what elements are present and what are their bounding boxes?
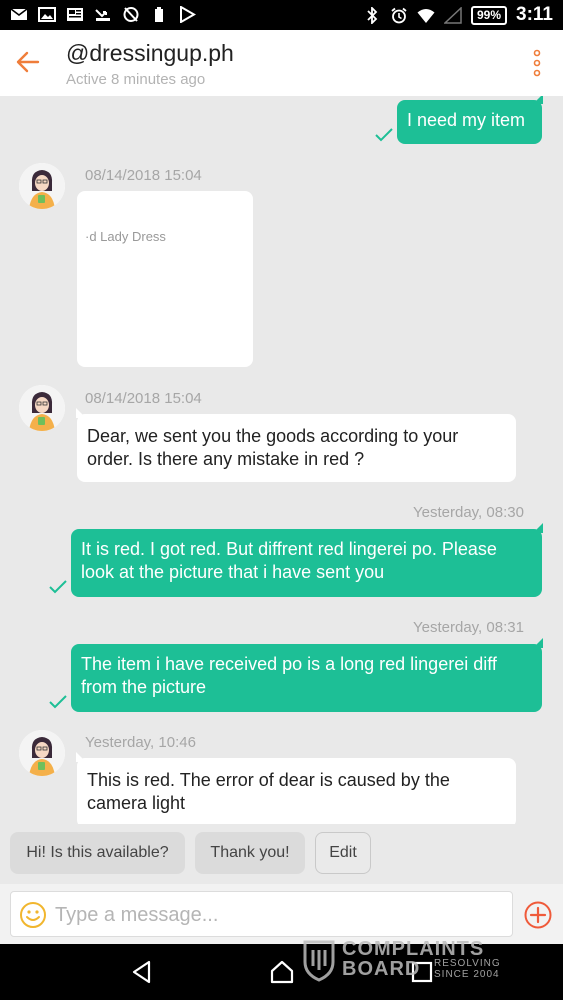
quick-reply-thank-you[interactable]: Thank you! bbox=[195, 832, 305, 874]
clock: 3:11 bbox=[516, 4, 553, 25]
read-check-icon bbox=[375, 128, 393, 142]
quick-reply-availability[interactable]: Hi! Is this available? bbox=[10, 832, 185, 874]
chat-header: @dressingup.ph Active 8 minutes ago bbox=[0, 30, 563, 96]
sync-off-icon bbox=[123, 7, 139, 22]
seller-avatar[interactable] bbox=[19, 385, 65, 431]
active-status: Active 8 minutes ago bbox=[66, 71, 206, 88]
message-line: It is red. I got red. But diffrent red l… bbox=[81, 539, 497, 559]
battery-level: 99% bbox=[470, 5, 508, 25]
message-input-box[interactable] bbox=[10, 891, 513, 937]
watermark: COMPLAINTS BOARD RESOLVING SINCE 2004 bbox=[302, 938, 522, 984]
bluetooth-icon bbox=[367, 6, 378, 24]
seller-avatar[interactable] bbox=[19, 163, 65, 209]
avatar-illustration-icon bbox=[19, 163, 65, 209]
watermark-line2: BOARD bbox=[342, 958, 421, 980]
notification-icons bbox=[10, 6, 196, 23]
play-store-icon bbox=[180, 6, 196, 23]
product-card[interactable]: ·d Lady Dress bbox=[77, 191, 253, 367]
status-bar: 99% 3:11 bbox=[0, 0, 563, 30]
message-line: from the picture bbox=[81, 677, 207, 697]
add-attachment-icon[interactable] bbox=[523, 900, 553, 930]
emoji-icon[interactable] bbox=[19, 901, 47, 929]
message-input[interactable] bbox=[55, 900, 495, 930]
message-text: I need my item bbox=[407, 110, 526, 130]
message-list[interactable]: I need my item 08/14/2018 15:04 ·d Lady … bbox=[0, 96, 563, 824]
message-line: Dear, we sent you the goods according to… bbox=[87, 426, 459, 446]
quick-reply-edit-button[interactable]: Edit bbox=[315, 832, 371, 874]
battery-saver-icon bbox=[155, 7, 163, 22]
signal-icon bbox=[443, 6, 462, 24]
message-composer bbox=[0, 884, 563, 944]
read-check-icon bbox=[49, 695, 67, 709]
incoming-message[interactable]: This is red. The error of dear is caused… bbox=[76, 752, 516, 824]
message-timestamp: Yesterday, 08:31 bbox=[413, 619, 524, 636]
alarm-icon bbox=[391, 7, 407, 23]
seller-avatar[interactable] bbox=[19, 730, 65, 776]
outgoing-message[interactable]: It is red. I got red. But diffrent red l… bbox=[71, 523, 543, 597]
message-timestamp: Yesterday, 10:46 bbox=[85, 734, 196, 751]
image-icon bbox=[38, 7, 56, 22]
nav-home-icon[interactable] bbox=[269, 959, 295, 985]
message-line: order. Is there any mistake in red ? bbox=[87, 449, 365, 469]
outgoing-message[interactable]: The item i have received po is a long re… bbox=[71, 638, 543, 712]
message-timestamp: Yesterday, 08:30 bbox=[413, 504, 524, 521]
wifi-icon bbox=[417, 8, 435, 23]
message-line: look at the picture that i have sent you bbox=[81, 562, 385, 582]
shield-logo-icon bbox=[303, 940, 335, 982]
message-timestamp: 08/14/2018 15:04 bbox=[85, 167, 202, 184]
read-check-icon bbox=[49, 580, 67, 594]
message-timestamp: 08/14/2018 15:04 bbox=[85, 390, 202, 407]
nav-back-icon[interactable] bbox=[129, 959, 155, 985]
avatar-illustration-icon bbox=[19, 385, 65, 431]
chat-title: @dressingup.ph bbox=[66, 40, 234, 66]
avatar-illustration-icon bbox=[19, 730, 65, 776]
message-line: The item i have received po is a long re… bbox=[81, 654, 497, 674]
message-line: camera light bbox=[87, 793, 186, 813]
missed-call-icon bbox=[95, 9, 110, 21]
news-icon bbox=[67, 8, 83, 21]
watermark-tag2: SINCE 2004 bbox=[434, 969, 500, 980]
watermark-tag1: RESOLVING bbox=[434, 958, 501, 969]
product-title: ·d Lady Dress bbox=[85, 229, 166, 244]
system-icons: 99% 3:11 bbox=[363, 4, 553, 26]
outgoing-message[interactable]: I need my item bbox=[397, 96, 543, 144]
more-options-icon[interactable] bbox=[533, 48, 541, 78]
back-arrow-icon[interactable] bbox=[14, 48, 42, 76]
incoming-message[interactable]: Dear, we sent you the goods according to… bbox=[76, 408, 516, 482]
message-line: This is red. The error of dear is caused… bbox=[87, 770, 450, 790]
mail-icon bbox=[10, 8, 28, 20]
